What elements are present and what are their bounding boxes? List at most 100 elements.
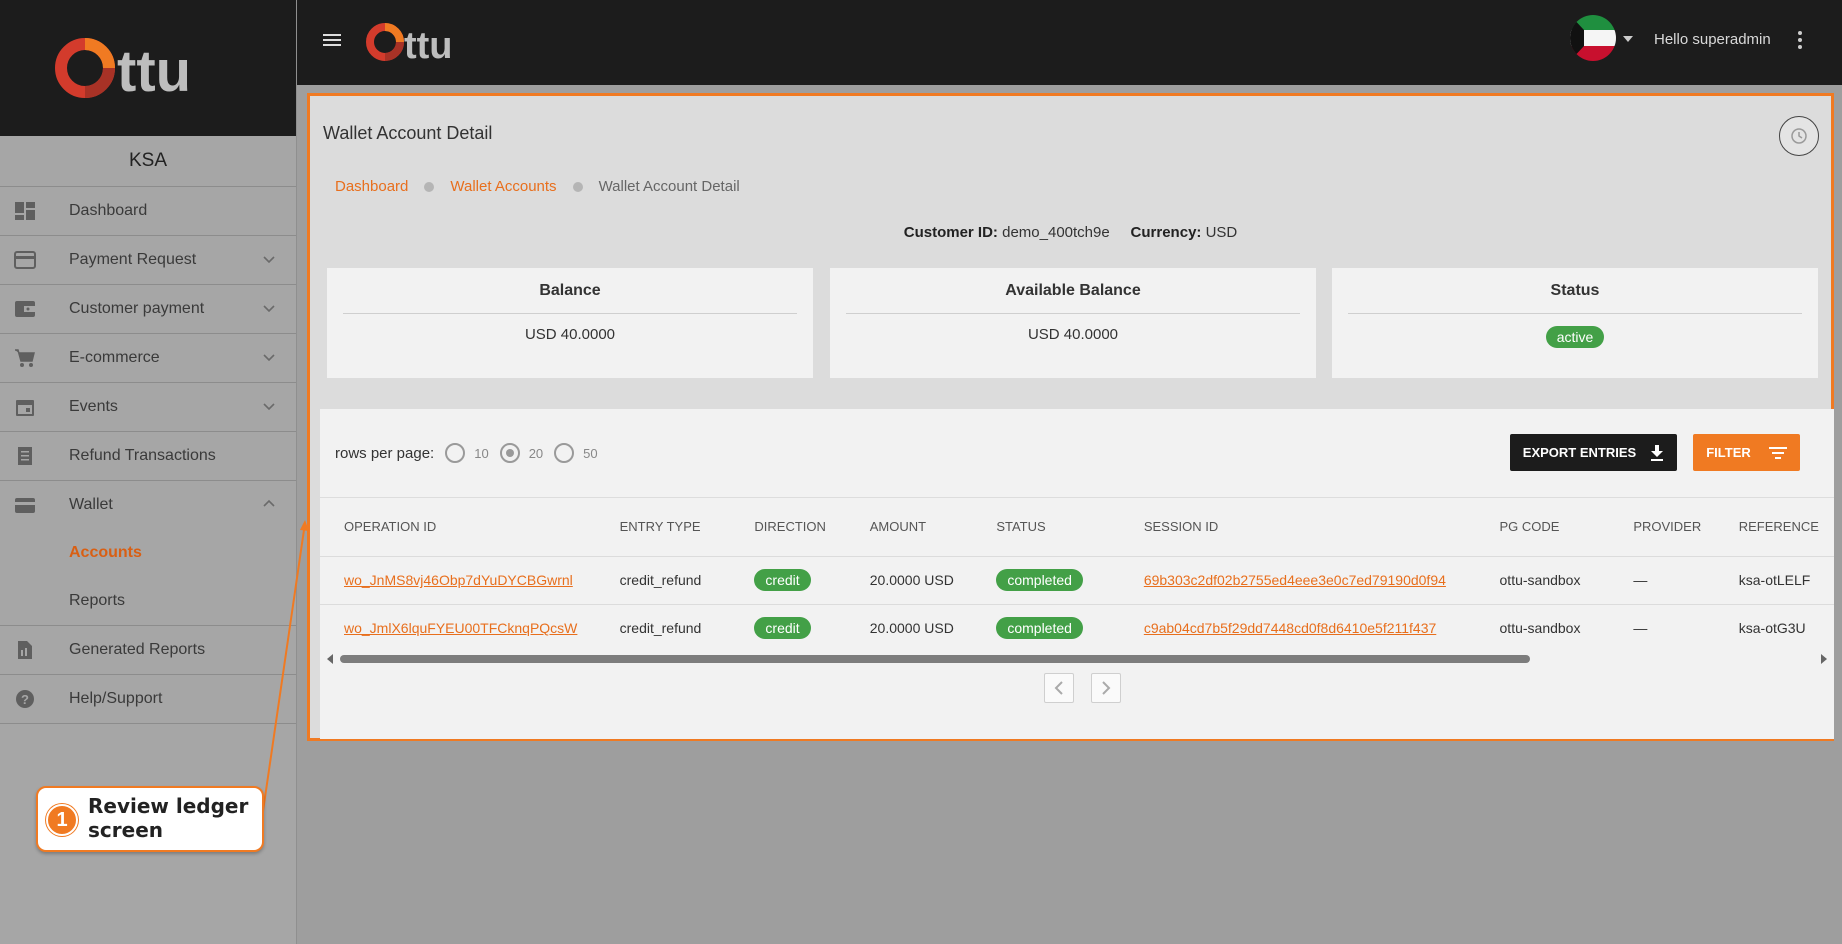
column-header[interactable]: PG CODE xyxy=(1475,498,1610,557)
scroll-right-icon[interactable] xyxy=(1820,653,1828,665)
breadcrumb-wallet-accounts[interactable]: Wallet Accounts xyxy=(450,178,556,195)
reference-cell: ksa-otG3U xyxy=(1714,604,1834,652)
help-icon: ? xyxy=(16,690,34,708)
filter-button[interactable]: FILTER xyxy=(1693,434,1800,471)
dashboard-icon xyxy=(15,202,35,220)
chevron-down-icon xyxy=(263,354,275,362)
status-badge: completed xyxy=(996,617,1083,639)
ledger-table: OPERATION ID ENTRY TYPE DIRECTION AMOUNT… xyxy=(320,497,1834,652)
sidebar-item-label: Events xyxy=(69,398,118,415)
tutorial-callout: 1 Review ledger screen xyxy=(36,786,264,852)
wallet-account-detail-panel: Wallet Account Detail Dashboard Wallet A… xyxy=(307,93,1834,741)
column-header[interactable]: SESSION ID xyxy=(1119,498,1476,557)
sidebar-item-label: Generated Reports xyxy=(69,641,206,658)
provider-cell: — xyxy=(1609,556,1715,605)
sidebar-item-label: Help/Support xyxy=(69,690,163,707)
scroll-left-icon[interactable] xyxy=(326,653,334,665)
sidebar-divider xyxy=(0,723,296,724)
sidebar-item-dashboard[interactable]: Dashboard xyxy=(0,186,296,235)
caret-down-icon[interactable] xyxy=(1622,35,1634,43)
reference-cell: ksa-otLELF xyxy=(1714,556,1834,605)
amount-cell: 20.0000 USD xyxy=(845,604,973,652)
column-header[interactable]: DIRECTION xyxy=(730,498,846,557)
pg-code-cell: ottu-sandbox xyxy=(1475,604,1610,652)
operation-id-link[interactable]: wo_JnMS8vj46Obp7dYuDYCBGwrnl xyxy=(344,572,573,588)
rows-option-50[interactable]: 50 xyxy=(554,443,598,463)
column-header[interactable]: PROVIDER xyxy=(1609,498,1715,557)
callout-text: Review ledger screen xyxy=(88,794,249,842)
filter-label: FILTER xyxy=(1706,445,1751,460)
direction-badge: credit xyxy=(754,569,811,591)
ottu-logo: ttu xyxy=(55,38,191,103)
kuwait-flag-icon[interactable] xyxy=(1570,15,1616,61)
rows-per-page: rows per page: 10 20 50 xyxy=(335,443,598,463)
history-button[interactable] xyxy=(1779,116,1819,156)
sidebar-item-help-support[interactable]: ? Help/Support xyxy=(0,674,296,723)
balance-value: USD 40.0000 xyxy=(524,326,616,343)
session-id-link[interactable]: 69b303c2df02b2755ed4eee3e0c7ed79190d0f94 xyxy=(1144,572,1446,588)
credit-card-icon xyxy=(14,251,36,269)
sidebar-item-label: Refund Transactions xyxy=(69,447,216,464)
svg-text:ttu: ttu xyxy=(117,39,191,103)
chevron-down-icon xyxy=(263,305,275,313)
sidebar-subitem-accounts[interactable]: Accounts xyxy=(0,529,296,577)
sidebar-subitem-reports[interactable]: Reports xyxy=(0,577,296,625)
card-title: Available Balance xyxy=(846,282,1300,314)
rows-option-10[interactable]: 10 xyxy=(445,443,489,463)
more-vertical-icon[interactable] xyxy=(1797,30,1803,50)
previous-page-button[interactable] xyxy=(1044,673,1074,703)
rows-option-20[interactable]: 20 xyxy=(499,443,543,463)
column-header[interactable]: STATUS xyxy=(972,498,1120,557)
customer-info: Customer ID: demo_400tch9e Currency: USD xyxy=(310,224,1831,241)
chevron-left-icon xyxy=(1054,681,1063,695)
card-title: Status xyxy=(1348,282,1802,314)
user-greeting[interactable]: Hello superadmin xyxy=(1654,31,1771,48)
column-header[interactable]: REFERENCE xyxy=(1714,498,1834,557)
sidebar-item-customer-payment[interactable]: Customer payment xyxy=(0,284,296,333)
hamburger-menu-icon[interactable] xyxy=(321,30,343,50)
entry-type-cell: credit_refund xyxy=(595,556,731,605)
region-label: KSA xyxy=(128,150,168,171)
customer-id-label: Customer ID: xyxy=(903,224,998,241)
session-id-link[interactable]: c9ab04cd7b5f29dd7448cd0f8d6410e5f211f437 xyxy=(1144,620,1436,636)
scrollbar-thumb[interactable] xyxy=(340,655,1530,663)
status-badge: completed xyxy=(996,569,1083,591)
breadcrumb-dashboard[interactable]: Dashboard xyxy=(335,178,408,195)
provider-cell: — xyxy=(1609,604,1715,652)
sidebar-item-wallet[interactable]: Wallet xyxy=(0,480,296,529)
sidebar-item-events[interactable]: Events xyxy=(0,382,296,431)
column-header[interactable]: AMOUNT xyxy=(845,498,973,557)
download-icon xyxy=(1651,444,1664,461)
sidebar-item-refund-transactions[interactable]: Refund Transactions xyxy=(0,431,296,480)
sidebar-item-payment-request[interactable]: Payment Request xyxy=(0,235,296,284)
horizontal-scrollbar[interactable] xyxy=(326,653,1828,665)
table-row: wo_JnMS8vj46Obp7dYuDYCBGwrnl credit_refu… xyxy=(320,556,1834,605)
column-header[interactable]: ENTRY TYPE xyxy=(595,498,731,557)
export-entries-button[interactable]: EXPORT ENTRIES xyxy=(1510,434,1677,471)
ottu-logo[interactable]: ttu xyxy=(365,18,481,66)
breadcrumb-current: Wallet Account Detail xyxy=(598,178,740,195)
operation-id-link[interactable]: wo_JmlX6lquFYEU00TFCknqPQcsW xyxy=(344,620,577,636)
table-row: wo_JmlX6lquFYEU00TFCknqPQcsW credit_refu… xyxy=(320,604,1834,652)
calendar-icon xyxy=(16,400,34,416)
chevron-down-icon xyxy=(263,256,275,264)
available-balance-card: Available Balance USD 40.0000 xyxy=(830,268,1316,378)
top-bar: ttu Hello superadmin xyxy=(297,0,1842,85)
receipt-icon xyxy=(18,447,32,465)
balance-card: Balance USD 40.0000 xyxy=(327,268,813,378)
column-header[interactable]: OPERATION ID xyxy=(320,498,596,557)
card-title: Balance xyxy=(343,282,797,314)
callout-step-number: 1 xyxy=(46,804,78,836)
next-page-button[interactable] xyxy=(1091,673,1121,703)
svg-text:ttu: ttu xyxy=(404,25,453,66)
chevron-right-icon xyxy=(1102,681,1111,695)
shopping-cart-icon xyxy=(15,349,35,367)
amount-cell: 20.0000 USD xyxy=(845,556,973,605)
sidebar-item-label: Customer payment xyxy=(69,300,205,317)
breadcrumb-separator xyxy=(572,181,583,192)
sidebar-item-ecommerce[interactable]: E-commerce xyxy=(0,333,296,382)
currency-label: Currency: xyxy=(1130,224,1202,241)
sidebar-logo[interactable]: ttu xyxy=(0,0,296,136)
sidebar-item-label: Payment Request xyxy=(69,251,197,268)
sidebar-item-generated-reports[interactable]: Generated Reports xyxy=(0,625,296,674)
